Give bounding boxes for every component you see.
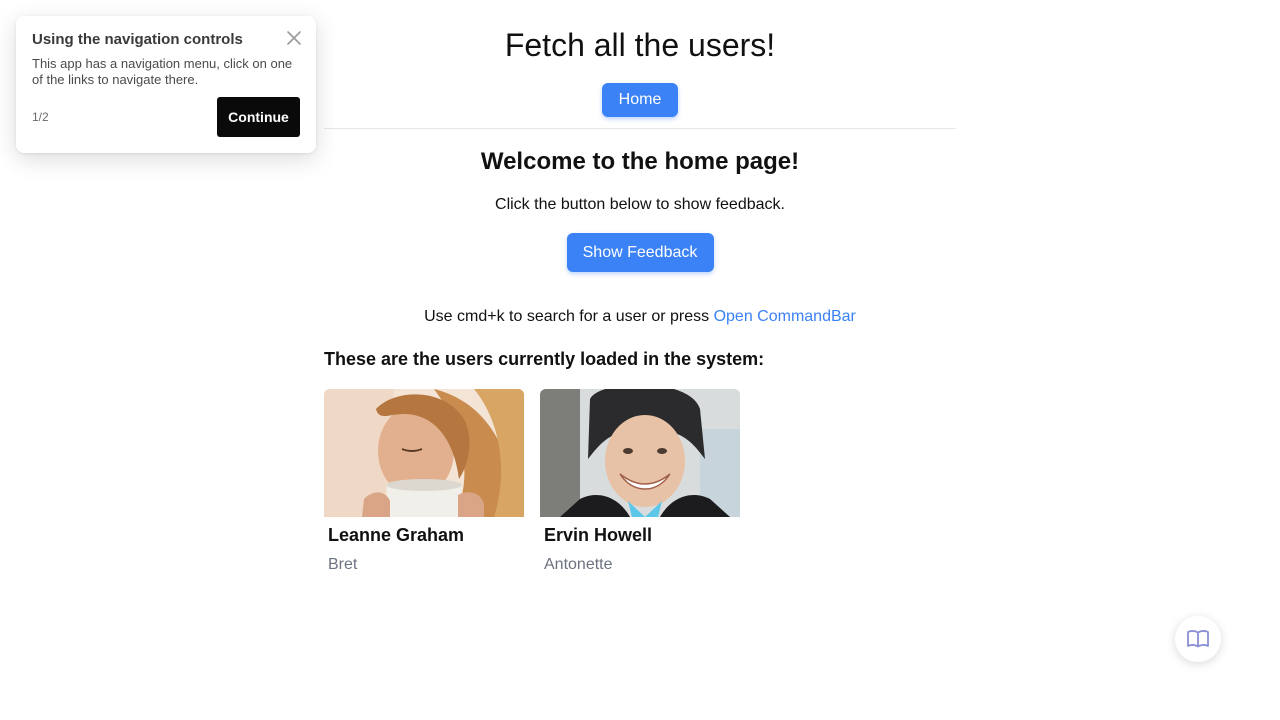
site-title: Fetch all the users! <box>504 27 776 63</box>
users-heading: These are the users currently loaded in … <box>324 349 765 369</box>
tour-popover: Using the navigation controls This app h… <box>16 16 316 153</box>
nav-home-button[interactable]: Home <box>602 83 678 117</box>
user-card[interactable]: Ervin Howell Antonette <box>540 389 740 581</box>
user-photo-image <box>540 389 740 517</box>
nav-divider <box>324 128 956 129</box>
nav-bar: Home <box>324 83 956 117</box>
user-username: Bret <box>328 556 358 573</box>
feedback-button-wrap: Show Feedback <box>324 233 956 272</box>
help-widget-button[interactable] <box>1175 616 1221 662</box>
user-name: Leanne Graham <box>328 525 465 545</box>
book-open-icon <box>1187 630 1209 648</box>
user-photo-image <box>324 389 524 517</box>
user-username: Antonette <box>544 556 613 573</box>
page-heading: Welcome to the home page! <box>480 148 800 175</box>
close-icon[interactable] <box>284 28 304 48</box>
commandbar-hint-text: Use cmd+k to search for a user or press <box>424 308 714 325</box>
user-name: Ervin Howell <box>544 525 653 545</box>
user-photo <box>540 389 740 517</box>
tour-body: This app has a navigation menu, click on… <box>32 56 293 87</box>
app-page: Fetch all the users! Home Welcome to the… <box>0 0 1280 720</box>
continue-button[interactable]: Continue <box>217 97 300 137</box>
tour-step-counter: 1/2 <box>32 110 49 124</box>
commandbar-hint: Use cmd+k to search for a user or press … <box>324 307 956 327</box>
show-feedback-button[interactable]: Show Feedback <box>566 233 714 272</box>
feedback-instruction: Click the button below to show feedback. <box>495 196 785 213</box>
user-photo <box>324 389 524 517</box>
user-card[interactable]: Leanne Graham Bret <box>324 389 524 581</box>
open-commandbar-link[interactable]: Open CommandBar <box>714 308 856 325</box>
tour-title: Using the navigation controls <box>32 31 243 48</box>
